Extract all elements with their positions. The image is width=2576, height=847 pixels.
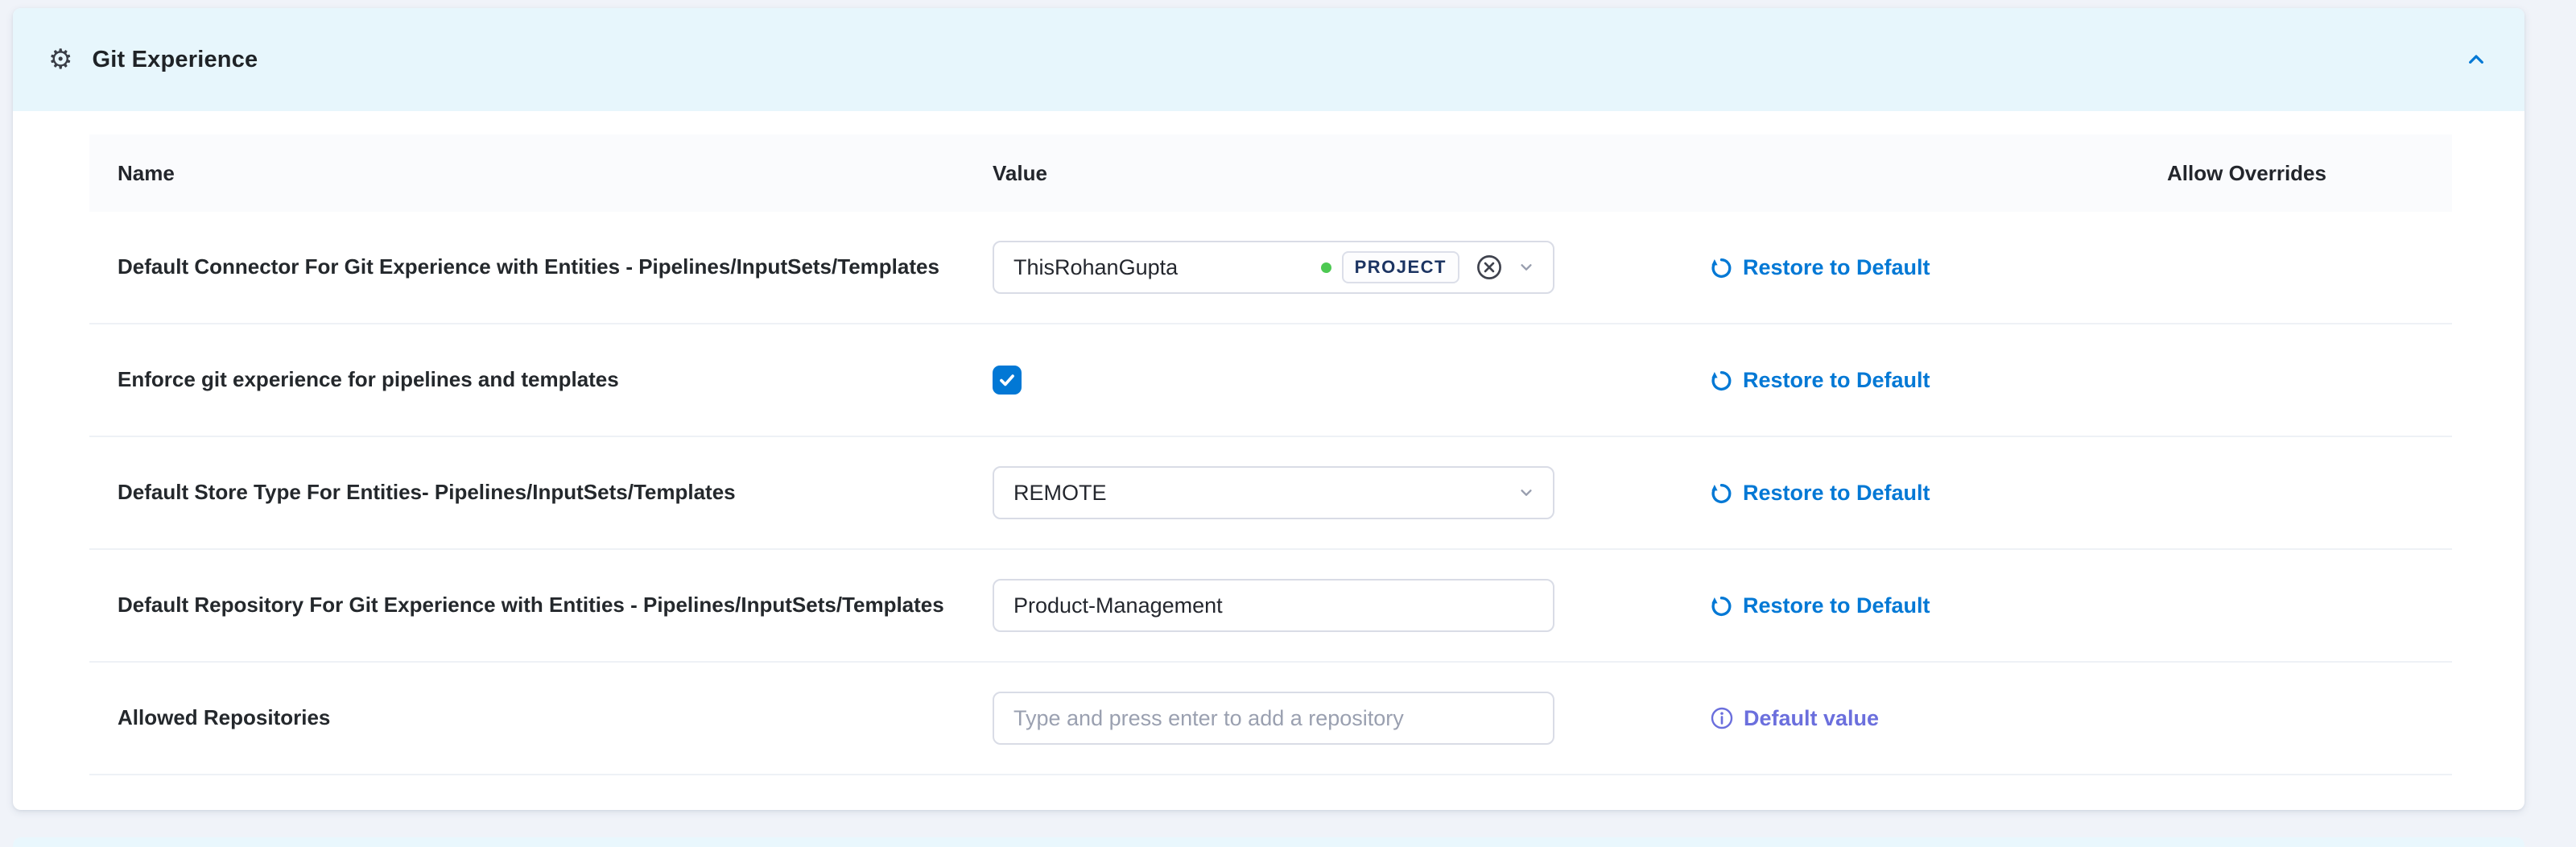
collapse-section-button[interactable]	[2463, 47, 2489, 72]
column-header-allow-overrides: Allow Overrides	[2041, 161, 2452, 186]
enforce-git-experience-checkbox[interactable]	[993, 366, 1022, 395]
default-connector-select[interactable]: ThisRohanGupta PROJECT	[993, 241, 1554, 294]
section-header-git-experience[interactable]: ⚙ Git Experience	[13, 8, 2524, 111]
section-title: Git Experience	[92, 47, 258, 73]
restore-icon	[1709, 255, 1734, 280]
chevron-down-icon	[1516, 257, 1537, 278]
restore-to-default-button[interactable]: Restore to Default	[1709, 593, 1930, 618]
table-row: Default Store Type For Entities- Pipelin…	[89, 437, 2452, 550]
restore-label: Restore to Default	[1743, 481, 1930, 506]
setting-name: Default Store Type For Entities- Pipelin…	[118, 480, 736, 504]
store-type-value: REMOTE	[1013, 481, 1107, 506]
table-row: Default Repository For Git Experience wi…	[89, 550, 2452, 663]
connector-dropdown-button[interactable]	[1516, 257, 1537, 278]
restore-label: Restore to Default	[1743, 255, 1930, 280]
git-experience-settings-card: ⚙ Git Experience Name Value Allow Overri…	[13, 8, 2524, 810]
setting-name: Default Connector For Git Experience wit…	[118, 254, 939, 279]
setting-name: Default Repository For Git Experience wi…	[118, 593, 944, 617]
table-header-row: Name Value Allow Overrides	[89, 134, 2452, 212]
restore-to-default-button[interactable]: Restore to Default	[1709, 255, 1930, 280]
circle-cross-icon	[1474, 252, 1505, 283]
restore-to-default-button[interactable]: Restore to Default	[1709, 481, 1930, 506]
table-row: Allowed Repositories Default value	[89, 663, 2452, 775]
restore-icon	[1709, 481, 1734, 506]
connector-status-dot	[1321, 262, 1331, 273]
gear-icon: ⚙	[48, 46, 72, 73]
setting-name: Enforce git experience for pipelines and…	[118, 367, 619, 391]
store-type-dropdown-button[interactable]	[1516, 482, 1537, 503]
clear-connector-button[interactable]	[1474, 252, 1505, 283]
settings-table: Name Value Allow Overrides Default Conne…	[89, 134, 2452, 775]
allowed-repositories-input[interactable]	[993, 692, 1554, 745]
restore-icon	[1709, 368, 1734, 393]
restore-label: Restore to Default	[1743, 368, 1930, 393]
check-icon	[997, 370, 1018, 390]
chevron-up-icon	[2463, 47, 2489, 72]
default-value-label: Default value	[1744, 706, 1879, 731]
info-icon[interactable]	[1709, 705, 1735, 731]
connector-value: ThisRohanGupta	[1013, 255, 1178, 280]
scope-badge: PROJECT	[1342, 251, 1459, 283]
restore-to-default-button[interactable]: Restore to Default	[1709, 368, 1930, 393]
column-header-value: Value	[993, 161, 1709, 186]
next-section-header-edge	[13, 837, 2524, 847]
restore-label: Restore to Default	[1743, 593, 1930, 618]
default-value-indicator: Default value	[1709, 705, 1879, 731]
restore-icon	[1709, 593, 1734, 618]
chevron-down-icon	[1516, 482, 1537, 503]
setting-name: Allowed Repositories	[118, 705, 330, 729]
default-repository-input[interactable]	[993, 579, 1554, 632]
table-row: Default Connector For Git Experience wit…	[89, 212, 2452, 324]
column-header-name: Name	[89, 161, 993, 186]
table-row: Enforce git experience for pipelines and…	[89, 324, 2452, 437]
default-store-type-select[interactable]: REMOTE	[993, 466, 1554, 519]
